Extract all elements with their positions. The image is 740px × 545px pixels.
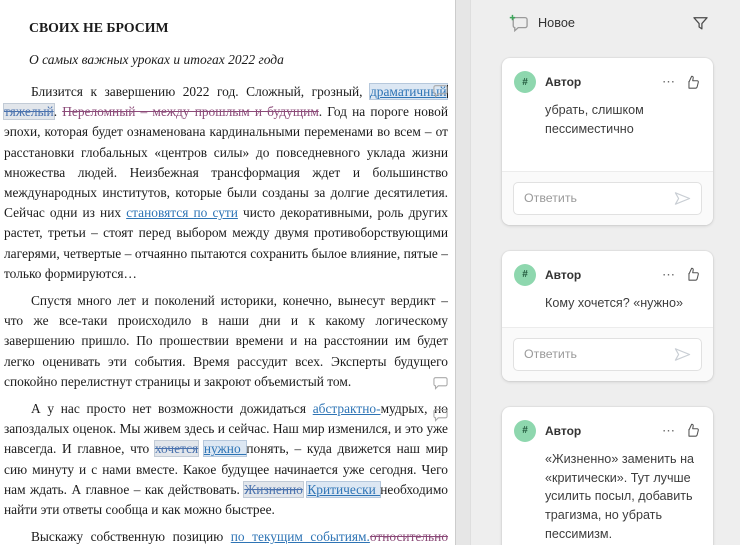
send-button[interactable] [674,191,691,206]
margin-comment-icon[interactable] [433,376,448,390]
comment-author: Автор [545,268,656,282]
new-comment-label: Новое [538,16,575,30]
more-options-button[interactable]: ⋯ [656,74,682,90]
reply-placeholder: Ответить [524,191,674,205]
comments-header: Новое [502,0,713,58]
document-title: СВОИХ НЕ БРОСИМ [4,20,448,36]
funnel-icon [692,15,709,32]
filter-button[interactable] [692,15,709,32]
deleted-text: Переломный – между прошлым и будущим [62,104,319,119]
document-pane: СВОИХ НЕ БРОСИМ О самых важных уроках и … [0,0,470,545]
deleted-text-highlighted: Жизненно [244,482,303,497]
inserted-text-highlighted: нужно [204,441,246,456]
author-avatar: # [514,264,536,286]
text-run: . [54,104,63,119]
comment-text: убрать, слишком пессиместично [545,101,701,139]
reply-section: Ответить [502,171,713,225]
reply-placeholder: Ответить [524,347,674,361]
more-options-button[interactable]: ⋯ [656,267,682,283]
paragraph-2: Спустя много лет и поколений историки, к… [4,291,448,392]
new-comment-icon [509,14,529,32]
author-avatar: # [514,71,536,93]
comment-text: «Жизненно» заменить на «критически». Тут… [545,450,701,544]
comment-card[interactable]: # Автор ⋯ «Жизненно» заменить на «критич… [502,407,713,545]
margin-comment-icon[interactable] [433,84,448,98]
reply-section: Ответить [502,327,713,381]
inserted-text: абстрактно- [313,401,381,416]
new-comment-button[interactable]: Новое [509,14,575,32]
like-button[interactable] [682,422,701,439]
reply-input[interactable]: Ответить [513,182,702,215]
inserted-text: становятся по сути [126,205,238,220]
text-run: А у нас просто нет возможности дожидатьс… [31,401,313,416]
inserted-text-highlighted: Критически [307,482,380,497]
comment-text: Кому хочется? «нужно» [545,294,701,313]
author-avatar: # [514,420,536,442]
comments-pane: Новое # Автор ⋯ убрать, слишком песс [470,0,740,545]
document-subtitle: О самых важных уроках и итогах 2022 года [4,52,448,68]
comment-author: Автор [545,424,656,438]
paragraph-4: Выскажу собственную позицию по текущим с… [4,527,448,545]
paragraph-1: Близится к завершению 2022 год. Сложный,… [4,82,448,284]
more-options-button[interactable]: ⋯ [656,423,682,439]
text-run: Близится к завершению 2022 год. Сложный,… [31,84,370,99]
deleted-text-highlighted: тяжелый [4,104,54,119]
text-run: Спустя много лет и поколений историки, к… [4,293,448,389]
like-button[interactable] [682,266,701,283]
paragraph-3: А у нас просто нет возможности дожидатьс… [4,399,448,520]
comment-card[interactable]: # Автор ⋯ Кому хочется? «нужно» Ответить [502,251,713,381]
comment-card[interactable]: # Автор ⋯ убрать, слишком пессиместично … [502,58,713,225]
text-run: Выскажу собственную позицию [31,529,231,544]
document-page[interactable]: СВОИХ НЕ БРОСИМ О самых важных уроках и … [0,0,455,545]
margin-comment-icon[interactable] [433,408,448,422]
comment-author: Автор [545,75,656,89]
app-window: СВОИХ НЕ БРОСИМ О самых важных уроках и … [0,0,740,545]
scrollbar-gutter[interactable] [455,0,470,545]
send-button[interactable] [674,347,691,362]
inserted-text: по текущим событиям. [231,529,370,544]
reply-input[interactable]: Ответить [513,338,702,371]
deleted-text-highlighted: хочется [155,441,198,456]
like-button[interactable] [682,74,701,91]
text-run: . Год на пороге новой эпохи, которая буд… [4,104,448,220]
